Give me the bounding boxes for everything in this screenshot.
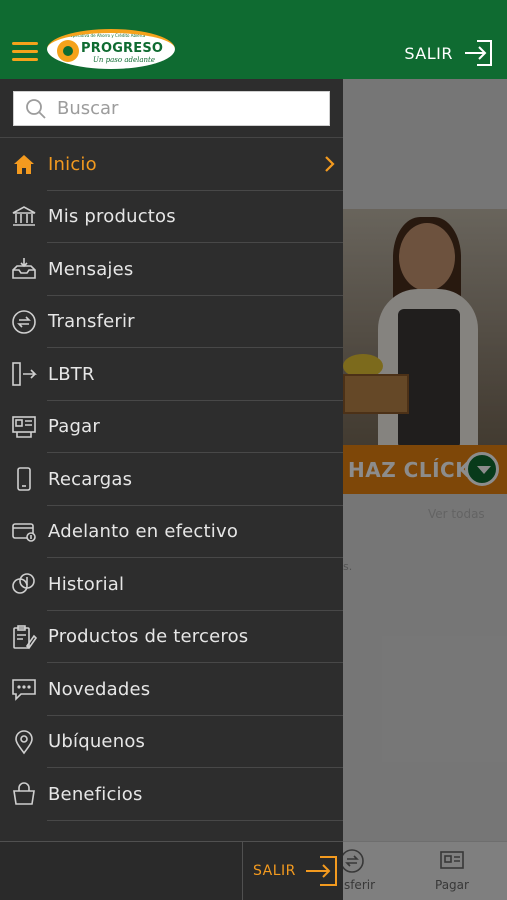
logout-icon — [465, 40, 492, 66]
menu-item-label: Novedades — [48, 678, 151, 700]
menu-item-label: Adelanto en efectivo — [48, 521, 239, 543]
menu-item-label: Historial — [48, 573, 125, 595]
logo-small-text: Cooperativa de Ahorro y Crédito Abierta — [65, 33, 146, 38]
drawer-scrim[interactable] — [343, 79, 507, 841]
hamburger-line — [12, 50, 38, 53]
clipboard-icon — [13, 624, 37, 649]
menu-item-label: Productos de terceros — [48, 626, 249, 648]
menu-item-label: Pagar — [48, 416, 100, 438]
menu-item-beneficios[interactable]: Beneficios — [0, 768, 343, 821]
search-section: Buscar — [0, 79, 343, 138]
menu-item-label: Recargas — [48, 468, 133, 490]
bank-icon — [12, 205, 36, 226]
navigation-drawer: Buscar Inicio Mis productos Mensajes Tra… — [0, 79, 343, 900]
coins-icon — [12, 573, 35, 594]
logo-mark-icon — [57, 40, 79, 62]
menu-item-label: Mensajes — [48, 258, 134, 280]
search-placeholder: Buscar — [57, 98, 119, 119]
menu-item-lbtr[interactable]: LBTR — [0, 348, 343, 401]
menu-item-ubiquenos[interactable]: Ubíquenos — [0, 716, 343, 769]
pay-icon — [12, 415, 36, 438]
menu-item-inicio[interactable]: Inicio — [0, 138, 343, 191]
menu-item-pagar[interactable]: Pagar — [0, 401, 343, 454]
chevron-right-icon — [325, 156, 335, 172]
drawer-scrim-bottom[interactable] — [343, 841, 507, 900]
footer-divider — [242, 842, 243, 900]
menu-item-label: Ubíquenos — [48, 731, 146, 753]
drawer-menu: Inicio Mis productos Mensajes Transferir… — [0, 138, 343, 821]
logo-tagline: Un paso adelante — [93, 56, 155, 64]
location-icon — [15, 729, 33, 754]
header-logout-label: SALIR — [404, 43, 453, 63]
menu-item-productos-de-terceros[interactable]: Productos de terceros — [0, 611, 343, 664]
card-icon — [12, 522, 36, 542]
progreso-logo: Cooperativa de Ahorro y Crédito Abierta … — [47, 29, 175, 69]
hamburger-line — [12, 58, 38, 61]
menu-item-recargas[interactable]: Recargas — [0, 453, 343, 506]
menu-item-label: Mis productos — [48, 206, 176, 228]
menu-item-novedades[interactable]: Novedades — [0, 663, 343, 716]
menu-item-mis-productos[interactable]: Mis productos — [0, 191, 343, 244]
menu-item-label: Transferir — [48, 311, 135, 333]
menu-item-label: Inicio — [48, 153, 97, 175]
inbox-icon — [12, 258, 36, 279]
logout-icon — [305, 856, 337, 886]
menu-item-historial[interactable]: Historial — [0, 558, 343, 611]
chat-icon — [12, 679, 36, 701]
logo-brand: PROGRESO — [81, 41, 164, 56]
lbtr-icon — [12, 362, 37, 386]
search-icon — [26, 98, 46, 119]
home-icon — [14, 155, 34, 174]
menu-item-adelanto-en-efectivo[interactable]: Adelanto en efectivo — [0, 506, 343, 559]
menu-item-mensajes[interactable]: Mensajes — [0, 243, 343, 296]
menu-item-label: Beneficios — [48, 783, 143, 805]
menu-toggle-button[interactable] — [12, 42, 38, 62]
phone-icon — [17, 467, 31, 491]
drawer-footer: SALIR — [0, 841, 343, 900]
transfer-icon — [12, 309, 36, 334]
menu-item-transferir[interactable]: Transferir — [0, 296, 343, 349]
header-logout-button[interactable]: SALIR — [404, 38, 495, 68]
menu-item-label: LBTR — [48, 363, 95, 385]
search-input[interactable]: Buscar — [13, 91, 330, 126]
bag-icon — [13, 782, 35, 805]
app-header: Cooperativa de Ahorro y Crédito Abierta … — [0, 0, 507, 79]
drawer-logout-button[interactable]: SALIR — [253, 854, 340, 888]
drawer-logout-label: SALIR — [253, 863, 296, 879]
hamburger-line — [12, 42, 38, 45]
